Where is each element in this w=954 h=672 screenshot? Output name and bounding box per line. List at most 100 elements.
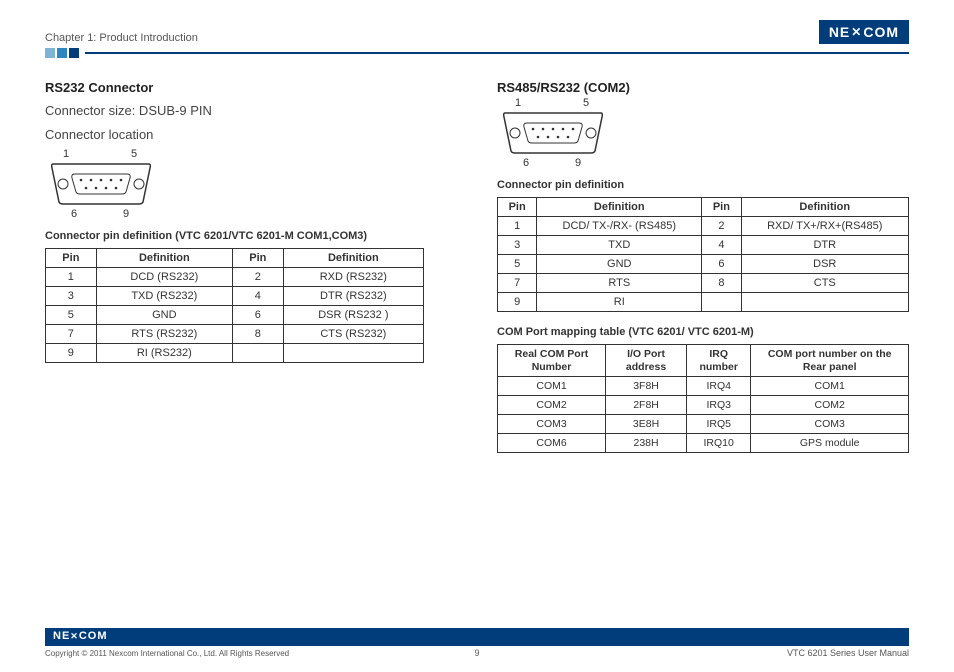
table-cell: DTR (RS232) [283, 287, 423, 306]
table-caption: COM Port mapping table (VTC 6201/ VTC 62… [497, 326, 909, 338]
table-cell: RI [537, 293, 702, 312]
table-cell: RTS (RS232) [96, 325, 232, 344]
table-cell [283, 344, 423, 363]
dsub9-diagram: 1 5 6 9 [51, 152, 161, 216]
connector-icon [503, 111, 603, 155]
table-header-cell: Pin [498, 198, 537, 217]
brand-logo: NE✕COM [819, 20, 909, 44]
table-cell: 9 [498, 293, 537, 312]
table-cell: 3 [46, 287, 97, 306]
pin-label: 6 [523, 157, 529, 169]
table-cell: RTS [537, 274, 702, 293]
table-cell: 3E8H [606, 415, 687, 434]
table-cell: DSR [741, 255, 908, 274]
table-cell: 7 [498, 274, 537, 293]
table-row: COM22F8HIRQ3COM2 [498, 396, 909, 415]
table-cell: 9 [46, 344, 97, 363]
table-cell: 1 [46, 268, 97, 287]
table-cell: 5 [46, 306, 97, 325]
table-cell: COM1 [498, 377, 606, 396]
table-cell: 8 [702, 274, 741, 293]
table-cell: COM2 [498, 396, 606, 415]
table-cell [702, 293, 741, 312]
table-header-cell: COM port number on the Rear panel [751, 345, 909, 377]
table-cell: COM2 [751, 396, 909, 415]
table-cell: 4 [702, 236, 741, 255]
right-column: RS485/RS232 (COM2) 1 5 6 9 Connector pin… [497, 80, 909, 453]
table-row: 7RTS8CTS [498, 274, 909, 293]
accent-square [69, 48, 79, 58]
table-cell: DCD (RS232) [96, 268, 232, 287]
manual-name: VTC 6201 Series User Manual [787, 648, 909, 658]
connector-icon [51, 162, 151, 206]
table-cell: GPS module [751, 434, 909, 453]
table-cell: DTR [741, 236, 908, 255]
table-cell: COM3 [498, 415, 606, 434]
pin-label: 5 [131, 148, 137, 160]
table-header-cell: Definition [741, 198, 908, 217]
pin-label: 9 [575, 157, 581, 169]
connector-location: Connector location [45, 125, 457, 145]
chapter-label: Chapter 1: Product Introduction [45, 32, 198, 44]
accent-square [45, 48, 55, 58]
table-cell: 2F8H [606, 396, 687, 415]
table-cell: IRQ3 [687, 396, 751, 415]
page-footer: NE✕COM Copyright © 2011 Nexcom Internati… [45, 628, 909, 658]
table-cell: GND [96, 306, 232, 325]
table-cell: 2 [702, 217, 741, 236]
page-header: Chapter 1: Product Introduction NE✕COM [45, 20, 909, 44]
table-cell: 1 [498, 217, 537, 236]
pin-label: 5 [583, 97, 589, 109]
table-cell: 8 [232, 325, 283, 344]
pin-label: 1 [515, 97, 521, 109]
table-row: 5GND6DSR [498, 255, 909, 274]
table-cell: 4 [232, 287, 283, 306]
pin-label: 1 [63, 148, 69, 160]
table-cell [741, 293, 908, 312]
table-header-cell: Real COM Port Number [498, 345, 606, 377]
table-cell: TXD (RS232) [96, 287, 232, 306]
table-caption: Connector pin definition (VTC 6201/VTC 6… [45, 230, 457, 242]
table-row: 9RI (RS232) [46, 344, 424, 363]
page-number: 9 [474, 648, 479, 658]
table-row: 3TXD (RS232)4DTR (RS232) [46, 287, 424, 306]
table-header-cell: Definition [96, 249, 232, 268]
connector-size: Connector size: DSUB-9 PIN [45, 101, 457, 121]
table-cell: CTS [741, 274, 908, 293]
section-title: RS485/RS232 (COM2) [497, 80, 909, 95]
pin-label: 6 [71, 208, 77, 220]
footer-logo: NE✕COM [45, 628, 909, 644]
table-row: COM13F8HIRQ4COM1 [498, 377, 909, 396]
table-header-cell: Pin [702, 198, 741, 217]
table-row: COM6238HIRQ10GPS module [498, 434, 909, 453]
table-cell: 3F8H [606, 377, 687, 396]
table-header-row: PinDefinitionPinDefinition [46, 249, 424, 268]
table-cell: IRQ5 [687, 415, 751, 434]
accent-square [57, 48, 67, 58]
header-rule [45, 48, 909, 58]
pin-definition-table: PinDefinitionPinDefinition 1DCD/ TX-/RX-… [497, 197, 909, 312]
table-row: 1DCD (RS232)2RXD (RS232) [46, 268, 424, 287]
table-caption: Connector pin definition [497, 179, 909, 191]
footer-rule [45, 644, 909, 646]
table-cell: RXD (RS232) [283, 268, 423, 287]
table-cell: 6 [232, 306, 283, 325]
header-line [85, 52, 909, 54]
left-column: RS232 Connector Connector size: DSUB-9 P… [45, 80, 457, 453]
table-cell: GND [537, 255, 702, 274]
table-cell: DSR (RS232 ) [283, 306, 423, 325]
table-row: 9RI [498, 293, 909, 312]
table-header-cell: IRQ number [687, 345, 751, 377]
table-cell [232, 344, 283, 363]
table-cell: 7 [46, 325, 97, 344]
table-row: 7RTS (RS232)8CTS (RS232) [46, 325, 424, 344]
pin-label: 9 [123, 208, 129, 220]
table-cell: RI (RS232) [96, 344, 232, 363]
table-cell: COM3 [751, 415, 909, 434]
table-cell: TXD [537, 236, 702, 255]
table-cell: 6 [702, 255, 741, 274]
table-cell: COM6 [498, 434, 606, 453]
table-header-row: PinDefinitionPinDefinition [498, 198, 909, 217]
table-header-cell: Pin [46, 249, 97, 268]
table-header-cell: I/O Port address [606, 345, 687, 377]
